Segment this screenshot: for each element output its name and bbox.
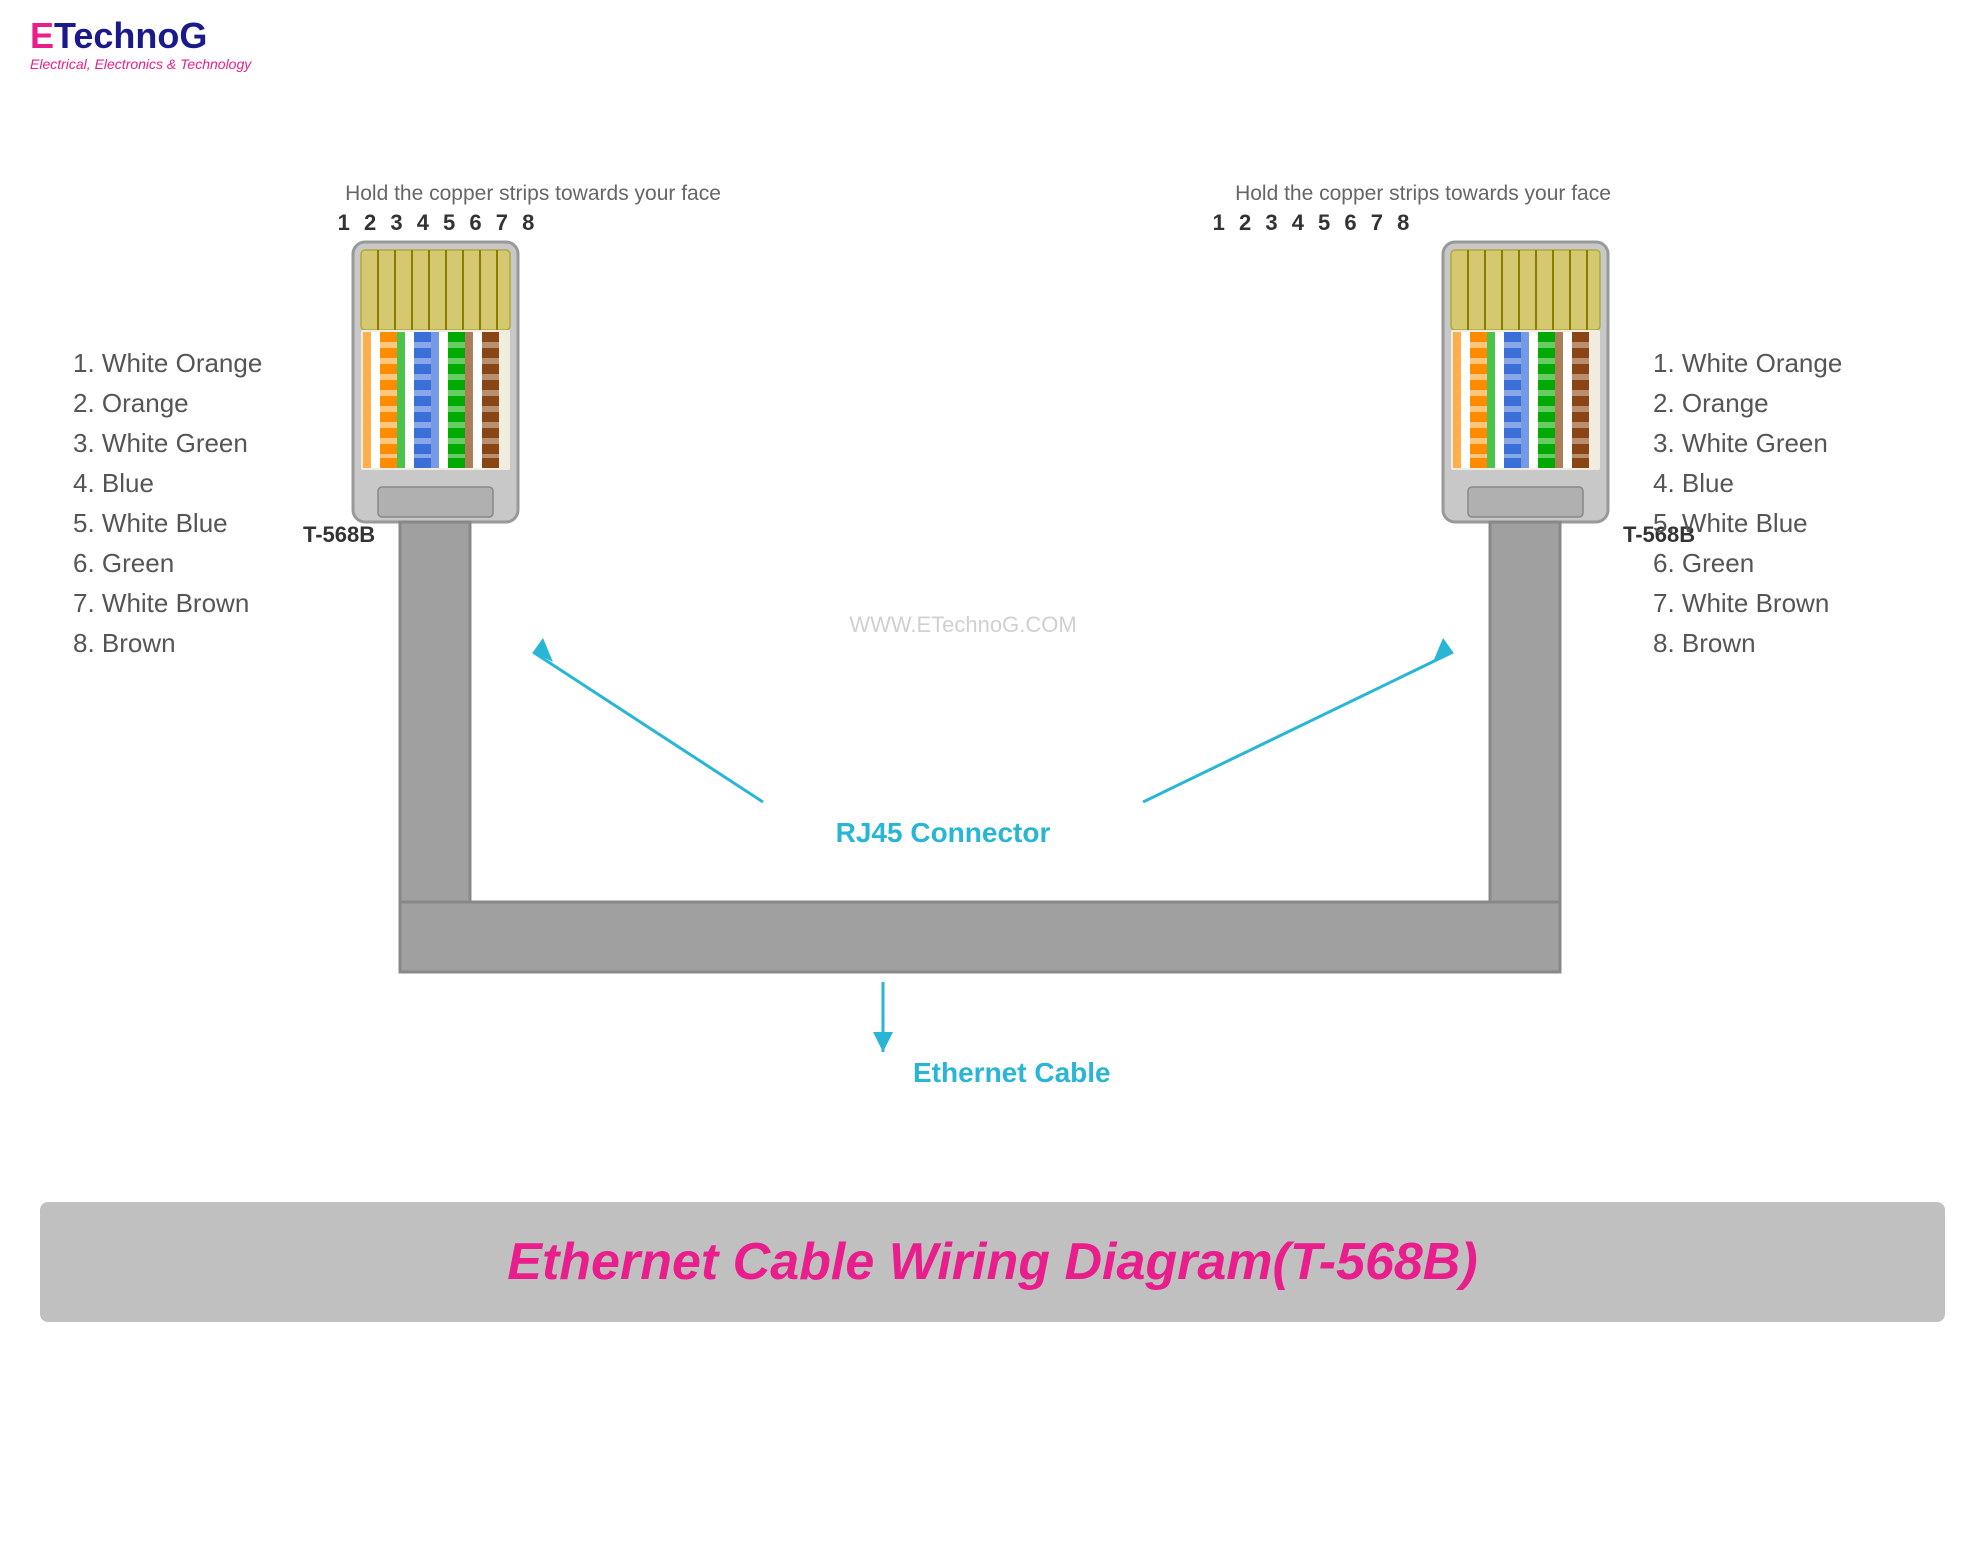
cable-arrowhead [873,1032,893,1052]
wiring-diagram: Hold the copper strips towards your face… [43,82,1943,1182]
right-wire-label-3: 3. White Green [1653,428,1828,458]
ethernet-cable-label: Ethernet Cable [913,1057,1111,1088]
right-wire-label-7: 7. White Brown [1653,588,1829,618]
right-arrow-line [1143,652,1453,802]
left-wire-label-6: 6. Green [73,548,174,578]
right-pin-numbers: 1 2 3 4 5 6 7 8 [1212,210,1413,235]
left-wire-label-2: 2. Orange [73,388,189,418]
left-wire-label-1: 1. White Orange [73,348,262,378]
right-gold-contacts [1451,250,1600,330]
left-arrow-line [533,652,763,802]
left-pin-numbers: 1 2 3 4 5 6 7 8 [337,210,538,235]
footer-banner: Ethernet Cable Wiring Diagram(T-568B) [40,1202,1945,1322]
rj45-connector-label: RJ45 Connector [835,817,1050,848]
logo: ETechnoG Electrical, Electronics & Techn… [30,18,251,72]
bottom-cable [400,902,1560,972]
left-t568b-label: T-568B [303,522,375,547]
right-instruction: Hold the copper strips towards your face [1235,182,1611,205]
logo-text: ETechnoG [30,18,251,54]
right-wire-label-5: 5. White Blue [1653,508,1808,538]
left-gold-contacts [361,250,510,330]
left-wire-label-5: 5. White Blue [73,508,228,538]
right-wire-label-8: 8. Brown [1653,628,1756,658]
right-cable-down [1490,522,1560,902]
left-wire-label-4: 4. Blue [73,468,154,498]
footer-title: Ethernet Cable Wiring Diagram(T-568B) [70,1232,1915,1292]
left-wire-label-3: 3. White Green [73,428,248,458]
watermark: WWW.ETechnoG.COM [849,612,1076,637]
logo-technog: TechnoG [54,15,207,56]
right-latch [1468,487,1583,517]
right-wire-label-1: 1. White Orange [1653,348,1842,378]
logo-subtitle: Electrical, Electronics & Technology [30,56,251,72]
right-wire-label-6: 6. Green [1653,548,1754,578]
left-latch [378,487,493,517]
diagram-container: Hold the copper strips towards your face… [0,82,1985,1182]
header: ETechnoG Electrical, Electronics & Techn… [0,0,1985,82]
left-wire-label-8: 8. Brown [73,628,176,658]
left-wire-label-7: 7. White Brown [73,588,249,618]
right-wire-label-4: 4. Blue [1653,468,1734,498]
logo-e: E [30,15,54,56]
right-wire-label-2: 2. Orange [1653,388,1769,418]
left-cable-down [400,522,470,902]
left-instruction: Hold the copper strips towards your face [345,182,721,205]
